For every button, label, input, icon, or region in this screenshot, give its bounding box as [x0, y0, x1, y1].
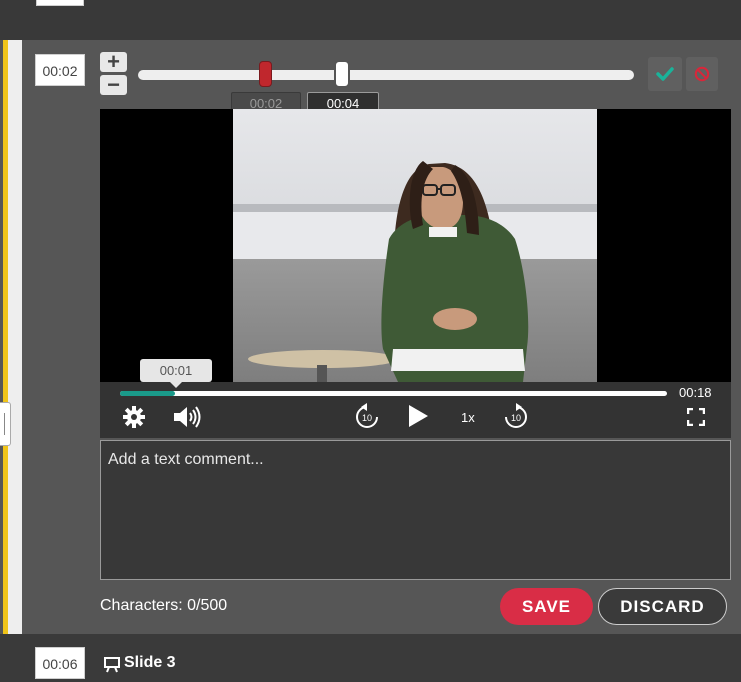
zoom-in-button[interactable]: +	[100, 51, 127, 73]
hover-time-tooltip: 00:01	[140, 359, 212, 388]
rail-resize-handle[interactable]	[0, 402, 11, 446]
video-frame	[233, 109, 597, 382]
left-rail	[8, 40, 22, 634]
time-range-track[interactable]	[138, 70, 634, 80]
discard-button[interactable]: DISCARD	[598, 588, 727, 625]
video-still-image	[233, 109, 597, 382]
character-counter-label: Characters:	[100, 597, 183, 614]
rewind-10-icon[interactable]: 10	[354, 402, 380, 435]
player-controls: 00:18 10 1x 10	[100, 382, 731, 438]
forward-10-icon[interactable]: 10	[503, 402, 529, 435]
comment-input[interactable]	[100, 440, 731, 580]
range-start-handle[interactable]	[259, 61, 272, 87]
playback-progress-track[interactable]	[120, 391, 667, 396]
next-entry-timestamp[interactable]: 00:06	[35, 647, 85, 679]
settings-icon[interactable]	[122, 405, 146, 434]
previous-timestamp-box[interactable]	[36, 0, 84, 6]
presentation-icon	[103, 655, 121, 678]
video-viewport[interactable]	[100, 109, 731, 382]
playback-speed-button[interactable]: 1x	[461, 410, 475, 425]
save-button[interactable]: SAVE	[500, 588, 593, 625]
next-entry-title: Slide 3	[124, 654, 176, 671]
volume-icon[interactable]	[172, 404, 202, 435]
no-entry-icon	[694, 66, 710, 82]
zoom-out-button[interactable]: −	[100, 74, 127, 96]
confirm-range-button[interactable]	[648, 57, 682, 91]
character-counter: Characters: 0/500	[100, 597, 227, 615]
fullscreen-icon[interactable]	[686, 407, 706, 431]
previous-entry-row	[0, 0, 741, 40]
character-counter-value: 0/500	[187, 597, 228, 614]
play-icon[interactable]	[407, 403, 429, 434]
check-icon	[656, 67, 674, 81]
rewind-seconds-label: 10	[362, 413, 372, 423]
cancel-range-button[interactable]	[686, 57, 718, 91]
total-duration: 00:18	[679, 385, 712, 400]
forward-seconds-label: 10	[511, 413, 521, 423]
playback-progress-fill	[120, 391, 175, 396]
range-end-handle[interactable]	[334, 60, 350, 88]
comment-timestamp[interactable]: 00:02	[35, 54, 85, 86]
